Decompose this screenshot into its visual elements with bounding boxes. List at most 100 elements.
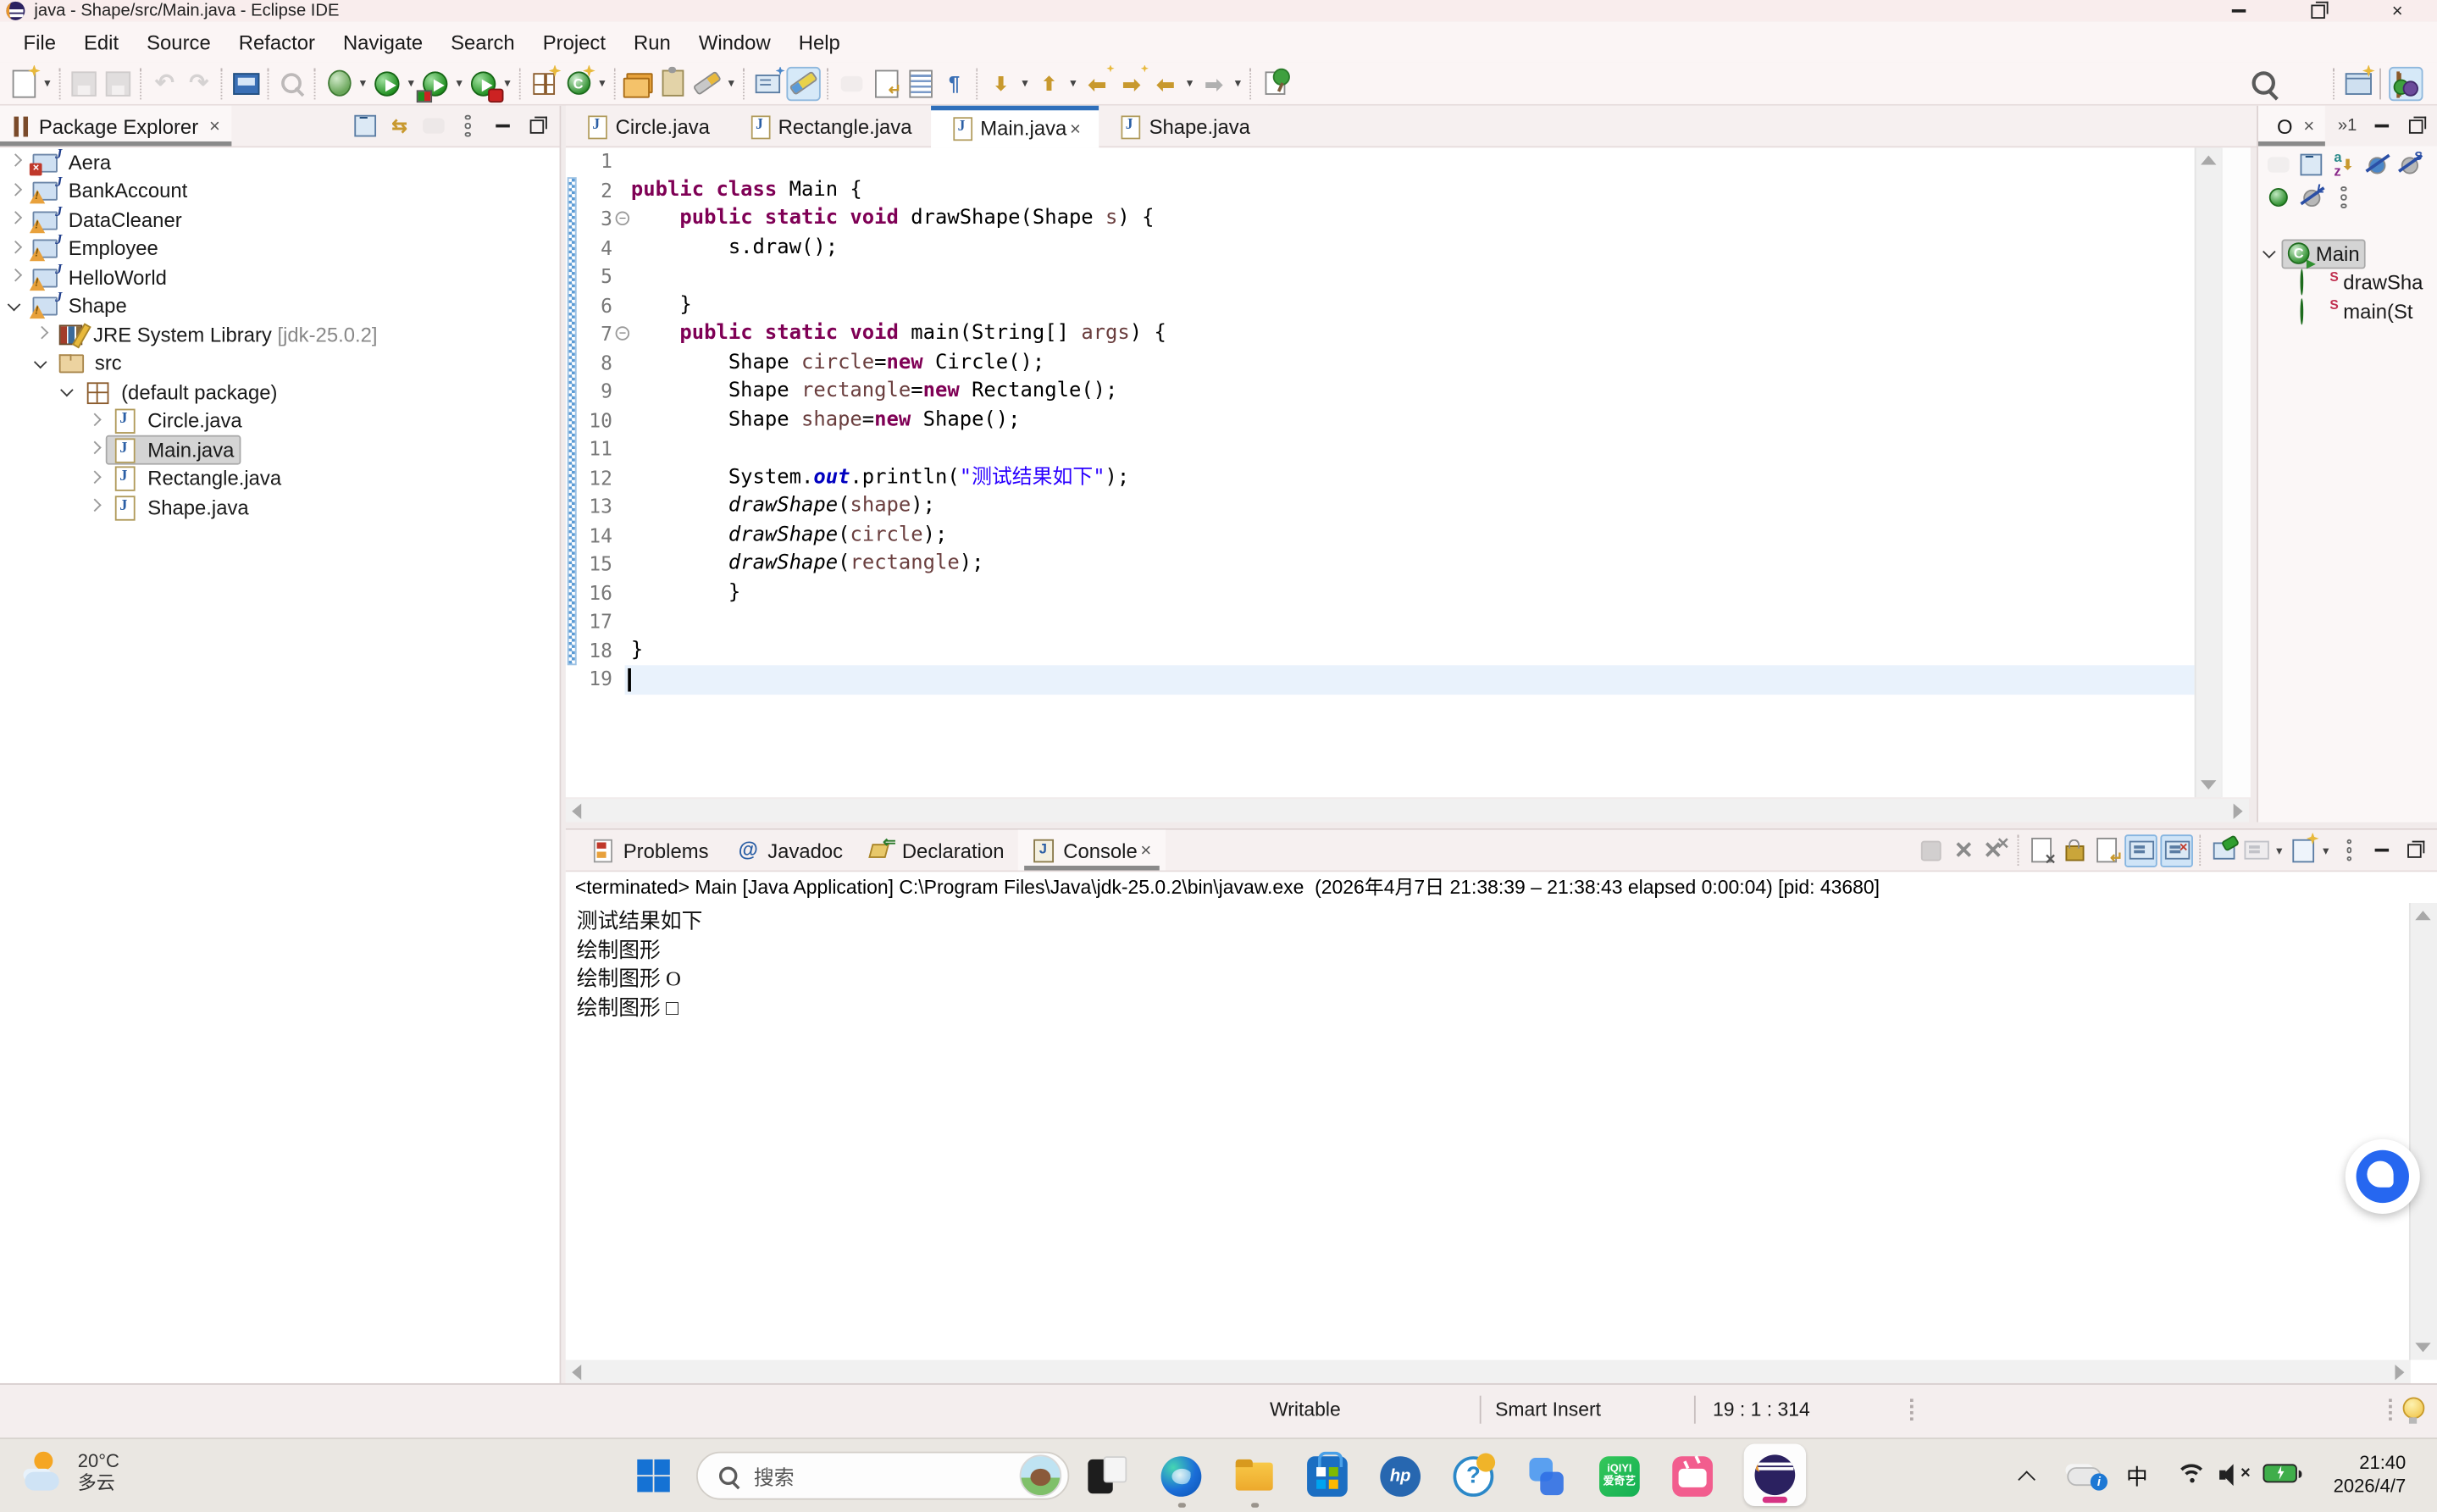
toggle-highlight-icon[interactable] (786, 66, 820, 100)
outline-item-main-st[interactable]: Smain(St (2258, 296, 2437, 325)
run-dropdown-icon[interactable]: ▾ (404, 76, 418, 91)
console-view-menu-icon[interactable] (2335, 835, 2364, 865)
open-console-icon[interactable] (2288, 835, 2318, 865)
open-task-icon[interactable] (230, 68, 262, 99)
scroll-up-icon[interactable] (2201, 155, 2216, 164)
editor-vertical-scrollbar[interactable] (2195, 147, 2223, 797)
maximize-console-icon[interactable] (2400, 835, 2429, 865)
console-tab-declaration[interactable]: Declaration (857, 830, 1018, 871)
chevron-down-icon[interactable] (62, 385, 75, 398)
close-outline-icon[interactable]: × (2303, 115, 2314, 137)
console-output[interactable]: 测试结果如下绘制图形绘制图形 O绘制图形 □ (566, 903, 2411, 1360)
new-class-dropdown-icon[interactable]: ▾ (595, 76, 610, 91)
save-icon[interactable] (69, 68, 100, 99)
next-edit-location-icon[interactable]: ➡ (1116, 68, 1147, 99)
collapse-all-outline-icon[interactable] (2297, 151, 2325, 179)
link-with-editor-icon[interactable]: ⇆ (385, 112, 413, 140)
outline-tab[interactable]: O × (2258, 106, 2325, 147)
undo-icon[interactable]: ↶ (149, 68, 180, 99)
chevron-right-icon[interactable] (9, 156, 22, 169)
save-all-icon[interactable] (102, 68, 134, 99)
editor-tab-circle-java[interactable]: Circle.java (566, 106, 728, 147)
debug-dropdown-icon[interactable]: ▾ (356, 76, 370, 91)
taskbar-clock[interactable]: 21:40 2026/4/7 (2323, 1452, 2406, 1498)
code-editor[interactable]: 12public class Main {3− public static vo… (566, 147, 2195, 797)
word-wrap-icon[interactable]: ↵ (870, 68, 901, 99)
ime-indicator[interactable]: 中 (2126, 1461, 2148, 1493)
next-annotation-icon[interactable]: ⬇ (985, 68, 1016, 99)
minimize-console-icon[interactable] (2367, 835, 2396, 865)
menu-item-window[interactable]: Window (684, 30, 784, 54)
focus-outline-icon[interactable] (2264, 151, 2292, 179)
new-class-icon[interactable]: C (562, 68, 594, 99)
display-selected-console-icon[interactable] (2241, 835, 2271, 865)
console-tab-console[interactable]: Console× (1018, 830, 1166, 871)
new-dropdown-icon[interactable]: ▾ (41, 76, 55, 91)
chevron-right-icon[interactable] (89, 414, 102, 427)
tree-item-shape-java[interactable]: Shape.java (0, 493, 560, 522)
minimize-view-icon[interactable] (488, 112, 516, 140)
console-scroll-left-icon[interactable] (572, 1365, 581, 1380)
last-edit-location-icon[interactable]: ⬅ (1082, 68, 1113, 99)
close-tab-icon[interactable]: × (1070, 118, 1081, 140)
editor-horizontal-scrollbar[interactable] (566, 799, 2249, 822)
menu-item-search[interactable]: Search (437, 30, 529, 54)
editor-tab-shape-java[interactable]: Shape.java (1099, 106, 1269, 147)
link-editor-icon[interactable] (836, 68, 867, 99)
volume-muted-icon[interactable]: × (2219, 1464, 2251, 1486)
pin-editor-icon[interactable] (1259, 68, 1290, 99)
remove-all-terminated-icon[interactable]: ✕✕ (1981, 835, 2011, 865)
sort-icon[interactable]: az⬇ (2329, 151, 2357, 179)
redo-icon[interactable]: ↷ (184, 68, 215, 99)
assistant-chat-button[interactable] (2346, 1139, 2420, 1214)
maximize-view-icon[interactable] (522, 112, 550, 140)
console-vertical-scrollbar[interactable] (2409, 903, 2437, 1360)
chevron-right-icon[interactable] (89, 501, 102, 513)
console-scroll-up-icon[interactable] (2415, 911, 2430, 920)
close-view-icon[interactable]: × (209, 115, 220, 137)
chevron-right-icon[interactable] (9, 271, 22, 284)
overview-ruler[interactable] (2221, 147, 2251, 797)
search-icon[interactable] (2249, 68, 2280, 99)
word-wrap-console-icon[interactable]: ↵ (2092, 835, 2122, 865)
back-icon[interactable]: ⬅ (1150, 68, 1182, 99)
menu-item-edit[interactable]: Edit (69, 30, 132, 54)
tray-chevron-icon[interactable] (2020, 1470, 2035, 1483)
more-views-indicator[interactable]: »1 (2338, 117, 2357, 136)
minimize-outline-icon[interactable] (2367, 112, 2395, 140)
run-icon[interactable] (372, 68, 403, 99)
remove-launch-icon[interactable]: ✕ (1949, 835, 1979, 865)
new-java-project-icon[interactable] (529, 68, 560, 99)
close-button[interactable]: × (2357, 0, 2437, 22)
hide-fields-icon[interactable] (2362, 151, 2390, 179)
tree-item-circle-java[interactable]: Circle.java (0, 407, 560, 435)
terminate-icon[interactable] (1916, 835, 1946, 865)
display-console-dropdown-icon[interactable]: ▾ (2273, 843, 2287, 857)
menu-item-run[interactable]: Run (620, 30, 685, 54)
coverage-icon[interactable] (419, 68, 451, 99)
hide-non-public-icon[interactable] (2264, 184, 2292, 212)
scroll-left-icon[interactable] (572, 804, 581, 819)
chevron-down-icon[interactable] (36, 357, 48, 370)
create-marker-icon[interactable] (691, 68, 723, 99)
restore-button[interactable] (2279, 0, 2358, 22)
forward-dropdown-icon[interactable]: ▾ (1231, 76, 1245, 91)
tree-item--default-package-[interactable]: (default package) (0, 378, 560, 407)
profile-dropdown-icon[interactable]: ▾ (501, 76, 515, 91)
collapse-all-icon[interactable] (352, 112, 379, 140)
menu-item-source[interactable]: Source (133, 30, 225, 54)
minimize-button[interactable] (2199, 0, 2279, 22)
menu-item-project[interactable]: Project (529, 30, 619, 54)
view-menu-icon[interactable] (454, 112, 482, 140)
chevron-right-icon[interactable] (89, 443, 102, 456)
console-scroll-right-icon[interactable] (2395, 1365, 2404, 1380)
outline-item-drawsha[interactable]: SdrawSha (2258, 269, 2437, 297)
collapse-fold-icon[interactable]: − (616, 326, 630, 341)
show-console-stdout-icon[interactable] (2124, 834, 2157, 867)
type-hierarchy-icon[interactable] (752, 68, 784, 99)
chevron-down-icon[interactable] (9, 300, 22, 313)
tree-item-rectangle-java[interactable]: Rectangle.java (0, 464, 560, 493)
clear-console-icon[interactable]: ✕ (2027, 835, 2057, 865)
console-horizontal-scrollbar[interactable] (566, 1360, 2411, 1383)
onedrive-icon[interactable]: i (2067, 1464, 2101, 1486)
